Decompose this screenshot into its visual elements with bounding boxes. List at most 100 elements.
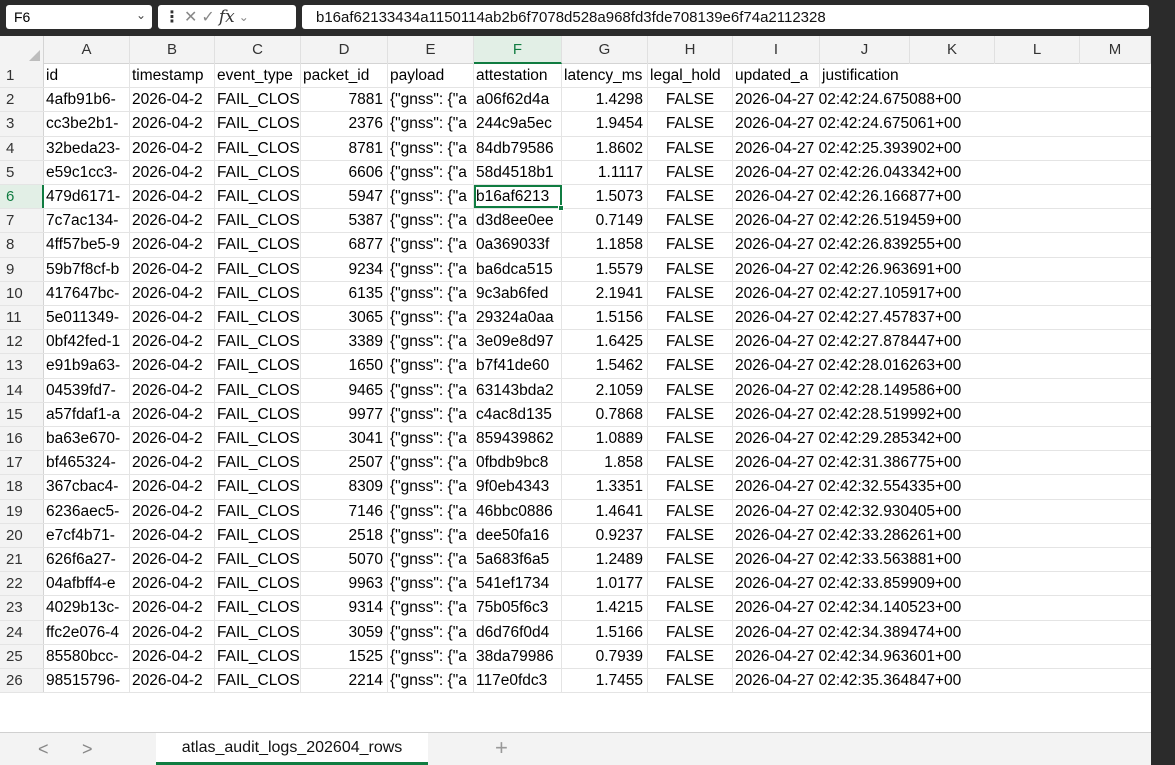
cell-legal-hold[interactable]: FALSE [648, 644, 733, 668]
header-cell-packet-id[interactable]: packet_id [301, 64, 388, 88]
cell-timestamp[interactable]: 2026-04-2 [130, 306, 215, 330]
cell-updated-at[interactable]: 2026-04-27 02:42:27.457837+00 [733, 306, 961, 329]
cell-event-type[interactable]: FAIL_CLOS [215, 548, 301, 572]
cell-id[interactable]: 626f6a27- [44, 548, 130, 572]
cell-attestation[interactable]: 38da79986 [474, 644, 562, 668]
cell-updated-at[interactable]: 2026-04-27 02:42:28.519992+00 [733, 403, 961, 426]
cell-updated-at[interactable]: 2026-04-27 02:42:24.675061+00 [733, 112, 961, 135]
cell-packet-id[interactable]: 1525 [301, 644, 388, 668]
cell-legal-hold[interactable]: FALSE [648, 233, 733, 257]
cell-updated-at[interactable]: 2026-04-27 02:42:25.393902+00 [733, 137, 961, 160]
cell-timestamp[interactable]: 2026-04-2 [130, 499, 215, 523]
cell-payload[interactable]: {"gnss": {"a [388, 281, 474, 305]
cell-latency-ms[interactable]: 0.7868 [562, 402, 648, 426]
cell-legal-hold[interactable]: FALSE [648, 136, 733, 160]
cell-updated-at[interactable]: 2026-04-27 02:42:33.286261+00 [733, 524, 961, 547]
fill-handle[interactable] [558, 205, 564, 212]
cell-timestamp[interactable]: 2026-04-2 [130, 88, 215, 112]
select-all-corner[interactable] [0, 36, 44, 64]
cell-id[interactable]: 417647bc- [44, 281, 130, 305]
cell-updated-at[interactable]: 2026-04-27 02:42:27.105917+00 [733, 282, 961, 305]
header-cell-event-type[interactable]: event_type [215, 64, 301, 88]
cell-updated-at[interactable]: 2026-04-27 02:42:31.386775+00 [733, 451, 961, 474]
cell-attestation[interactable]: 9c3ab6fed [474, 281, 562, 305]
cell-legal-hold[interactable]: FALSE [648, 499, 733, 523]
cell-payload[interactable]: {"gnss": {"a [388, 402, 474, 426]
cell-latency-ms[interactable]: 1.4298 [562, 88, 648, 112]
cell-timestamp[interactable]: 2026-04-2 [130, 572, 215, 596]
cell-timestamp[interactable]: 2026-04-2 [130, 160, 215, 184]
cell-legal-hold[interactable]: FALSE [648, 209, 733, 233]
cell-attestation[interactable]: 541ef1734 [474, 572, 562, 596]
cell-packet-id[interactable]: 6606 [301, 160, 388, 184]
cell-latency-ms[interactable]: 1.0889 [562, 427, 648, 451]
cell-payload[interactable]: {"gnss": {"a [388, 330, 474, 354]
cell-legal-hold[interactable]: FALSE [648, 354, 733, 378]
cell-timestamp[interactable]: 2026-04-2 [130, 257, 215, 281]
cell-packet-id[interactable]: 2518 [301, 523, 388, 547]
cell-payload[interactable]: {"gnss": {"a [388, 644, 474, 668]
cell-legal-hold[interactable]: FALSE [648, 669, 733, 693]
cell-packet-id[interactable]: 9963 [301, 572, 388, 596]
cell-updated-at[interactable]: 2026-04-27 02:42:24.675088+00 [733, 88, 961, 111]
column-header-d[interactable]: D [301, 36, 388, 64]
cell-packet-id[interactable]: 5070 [301, 548, 388, 572]
cell-latency-ms[interactable]: 1.1858 [562, 233, 648, 257]
cell-packet-id[interactable]: 3059 [301, 620, 388, 644]
row-header[interactable]: 24 [0, 620, 44, 644]
cell-attestation[interactable]: 0a369033f [474, 233, 562, 257]
cell-id[interactable]: e91b9a63- [44, 354, 130, 378]
header-cell-updated-a[interactable]: updated_a [733, 64, 820, 88]
row-header[interactable]: 1 [0, 64, 44, 88]
cell-latency-ms[interactable]: 2.1941 [562, 281, 648, 305]
more-options-icon[interactable]: ⋮ [164, 7, 180, 27]
cell-payload[interactable]: {"gnss": {"a [388, 572, 474, 596]
cell-latency-ms[interactable]: 1.7455 [562, 669, 648, 693]
cell-attestation[interactable]: 9f0eb4343 [474, 475, 562, 499]
cell-id[interactable]: e59c1cc3- [44, 160, 130, 184]
cell-payload[interactable]: {"gnss": {"a [388, 136, 474, 160]
cell-packet-id[interactable]: 2376 [301, 112, 388, 136]
row-header[interactable]: 12 [0, 330, 44, 354]
cell-id[interactable]: 98515796- [44, 669, 130, 693]
cell-packet-id[interactable]: 9314 [301, 596, 388, 620]
cell-event-type[interactable]: FAIL_CLOS [215, 112, 301, 136]
column-header-f[interactable]: F [474, 36, 562, 64]
cell-id[interactable]: 0bf42fed-1 [44, 330, 130, 354]
cell-legal-hold[interactable]: FALSE [648, 475, 733, 499]
cell-legal-hold[interactable]: FALSE [648, 281, 733, 305]
cell-packet-id[interactable]: 6135 [301, 281, 388, 305]
cell-payload[interactable]: {"gnss": {"a [388, 475, 474, 499]
cell-event-type[interactable]: FAIL_CLOS [215, 620, 301, 644]
cell-event-type[interactable]: FAIL_CLOS [215, 306, 301, 330]
row-header[interactable]: 18 [0, 475, 44, 499]
row-header[interactable]: 21 [0, 548, 44, 572]
cell-latency-ms[interactable]: 0.7149 [562, 209, 648, 233]
cell-timestamp[interactable]: 2026-04-2 [130, 669, 215, 693]
cell-timestamp[interactable]: 2026-04-2 [130, 620, 215, 644]
cell-payload[interactable]: {"gnss": {"a [388, 233, 474, 257]
chevron-down-icon[interactable]: ⌄ [136, 8, 146, 22]
cell-latency-ms[interactable]: 1.5579 [562, 257, 648, 281]
cell-packet-id[interactable]: 8781 [301, 136, 388, 160]
cell-payload[interactable]: {"gnss": {"a [388, 451, 474, 475]
cell-packet-id[interactable]: 1650 [301, 354, 388, 378]
cell-updated-at[interactable]: 2026-04-27 02:42:26.166877+00 [733, 185, 961, 208]
cell-attestation[interactable]: 859439862 [474, 427, 562, 451]
cell-packet-id[interactable]: 5947 [301, 185, 388, 209]
cell-id[interactable]: 479d6171- [44, 185, 130, 209]
cell-id[interactable]: 4ff57be5-9 [44, 233, 130, 257]
cell-packet-id[interactable]: 9977 [301, 402, 388, 426]
cell-payload[interactable]: {"gnss": {"a [388, 88, 474, 112]
header-cell-id[interactable]: id [44, 64, 130, 88]
cell-legal-hold[interactable]: FALSE [648, 257, 733, 281]
cell-updated-at[interactable]: 2026-04-27 02:42:32.930405+00 [733, 500, 961, 523]
cell-packet-id[interactable]: 9234 [301, 257, 388, 281]
cell-updated-at[interactable]: 2026-04-27 02:42:34.389474+00 [733, 621, 961, 644]
cell-id[interactable]: bf465324- [44, 451, 130, 475]
cell-packet-id[interactable]: 9465 [301, 378, 388, 402]
cell-attestation[interactable]: ba6dca515 [474, 257, 562, 281]
column-header-e[interactable]: E [388, 36, 474, 64]
column-header-l[interactable]: L [995, 36, 1080, 64]
cell-latency-ms[interactable]: 2.1059 [562, 378, 648, 402]
